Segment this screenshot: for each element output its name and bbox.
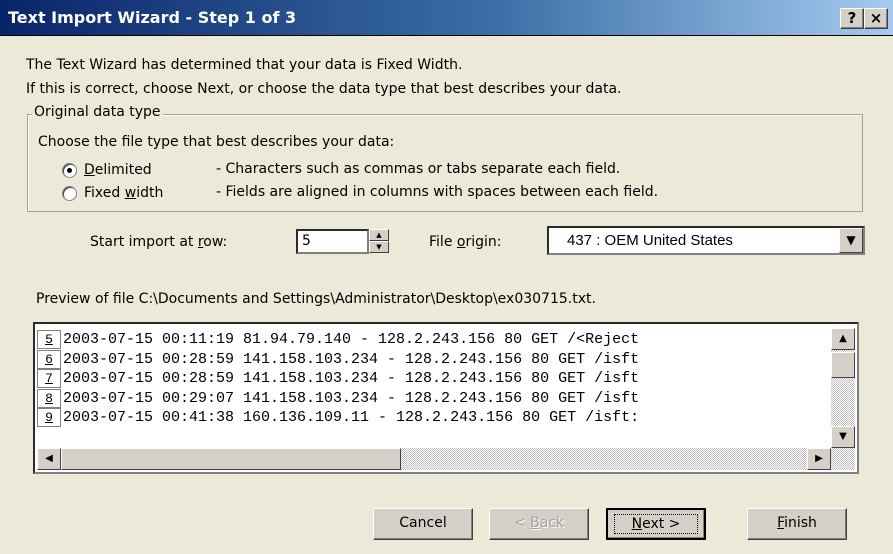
start-row-input[interactable]: 5	[296, 229, 369, 254]
horizontal-scrollbar[interactable]: ◀ ▶	[37, 448, 855, 470]
chevron-down-icon[interactable]: ▼	[839, 228, 863, 253]
preview-line: 6 2003-07-15 00:28:59 141.158.103.234 - 1…	[37, 349, 829, 370]
scroll-right-icon[interactable]: ▶	[807, 448, 831, 470]
start-row-spinner[interactable]: ▲ ▼	[369, 229, 389, 254]
fixed-width-label[interactable]: Fixed width	[84, 185, 204, 201]
file-origin-select[interactable]: 437 : OEM United States ▼	[547, 226, 865, 255]
vertical-scrollbar[interactable]: ▲ ▼	[831, 328, 855, 448]
scroll-up-icon[interactable]: ▲	[831, 328, 855, 350]
preview-lines: 5 2003-07-15 00:11:19 81.94.79.140 - 128.…	[37, 330, 829, 442]
fixed-width-help: - Fields are aligned in columns with spa…	[216, 184, 659, 200]
start-row-label: Start import at row:	[90, 234, 228, 250]
line-text: 2003-07-15 00:28:59 141.158.103.234 - 12…	[63, 370, 640, 388]
line-text: 2003-07-15 00:41:38 160.136.109.11 - 128…	[63, 409, 640, 427]
line-number: 9	[37, 408, 61, 428]
scroll-left-icon[interactable]: ◀	[37, 448, 61, 470]
spin-up-icon[interactable]: ▲	[369, 229, 389, 241]
focus-rect: Next >	[614, 514, 698, 534]
line-number: 8	[37, 388, 61, 408]
next-button[interactable]: Next >	[606, 508, 706, 540]
radio-dot-delimited[interactable]	[62, 162, 77, 178]
intro-line-2: If this is correct, choose Next, or choo…	[26, 81, 622, 97]
horizontal-scroll-thumb[interactable]	[61, 448, 401, 470]
finish-button[interactable]: Finish	[747, 508, 847, 540]
vertical-scroll-thumb[interactable]	[831, 352, 855, 378]
delimited-label[interactable]: Delimited	[84, 162, 204, 178]
radio-delimited[interactable]: Delimited	[62, 160, 204, 180]
line-number: 7	[37, 369, 61, 389]
radio-fixed-width[interactable]: Fixed width	[62, 183, 204, 203]
window-title: Text Import Wizard - Step 1 of 3	[8, 8, 297, 27]
group-description: Choose the file type that best describes…	[38, 134, 395, 150]
delimited-help: - Characters such as commas or tabs sepa…	[216, 161, 621, 177]
preview-line: 5 2003-07-15 00:11:19 81.94.79.140 - 128.…	[37, 330, 829, 350]
preview-box: 5 2003-07-15 00:11:19 81.94.79.140 - 128.…	[33, 322, 859, 474]
help-button[interactable]: ?	[840, 8, 864, 29]
close-button[interactable]: ×	[864, 8, 888, 29]
file-origin-value: 437 : OEM United States	[567, 232, 733, 249]
preview-line: 9 2003-07-15 00:41:38 160.136.109.11 - 12…	[37, 408, 829, 428]
file-origin-label: File origin:	[429, 234, 502, 250]
scroll-down-icon[interactable]: ▼	[831, 426, 855, 448]
preview-label: Preview of file C:\Documents and Setting…	[36, 291, 596, 307]
intro-line-1: The Text Wizard has determined that your…	[26, 57, 463, 73]
line-number: 5	[37, 330, 61, 350]
group-legend: Original data type	[32, 104, 163, 120]
title-bar: Text Import Wizard - Step 1 of 3 ? ×	[0, 0, 893, 36]
spin-down-icon[interactable]: ▼	[369, 241, 389, 253]
line-text: 2003-07-15 00:28:59 141.158.103.234 - 12…	[63, 350, 640, 368]
preview-line: 7 2003-07-15 00:28:59 141.158.103.234 - 1…	[37, 369, 829, 389]
preview-line: 8 2003-07-15 00:29:07 141.158.103.234 - 1…	[37, 388, 829, 409]
cancel-button[interactable]: Cancel	[373, 508, 473, 540]
line-text: 2003-07-15 00:29:07 141.158.103.234 - 12…	[63, 389, 640, 407]
radio-dot-fixed-width[interactable]	[62, 185, 77, 201]
line-number: 6	[37, 349, 61, 369]
line-text: 2003-07-15 00:11:19 81.94.79.140 - 128.2…	[63, 331, 640, 349]
back-button[interactable]: < Back	[489, 508, 589, 540]
